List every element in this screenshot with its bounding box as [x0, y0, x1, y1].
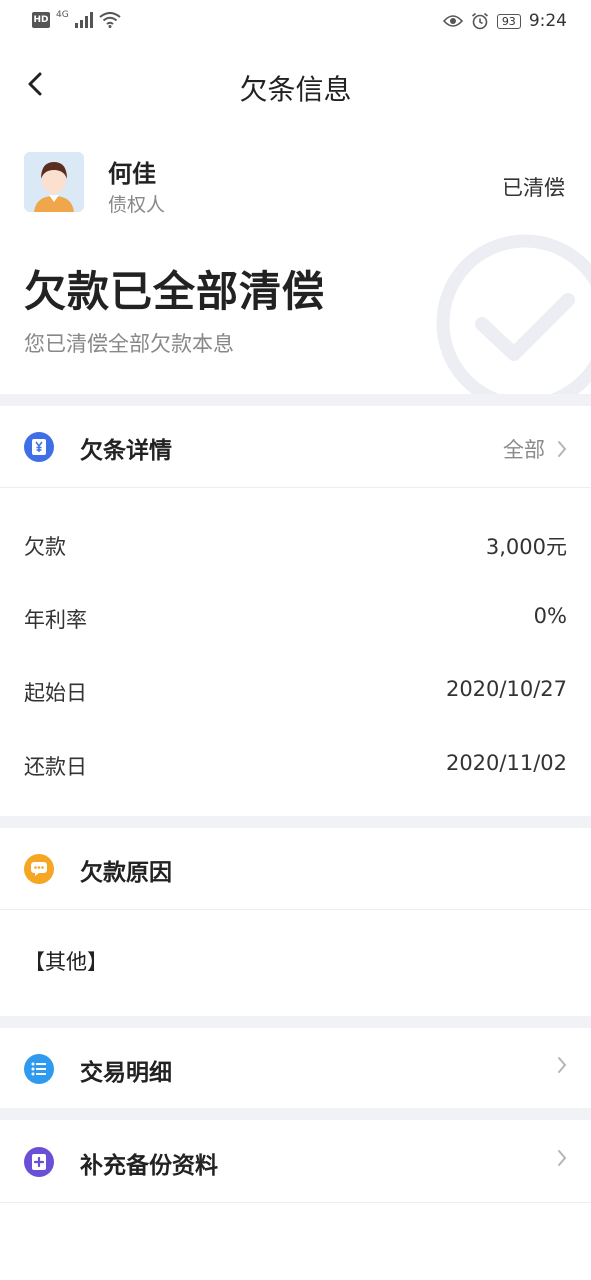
reason-header: 欠款原因: [0, 828, 591, 910]
check-watermark-icon: [436, 234, 591, 394]
view-all-link[interactable]: 全部: [503, 434, 545, 464]
detail-value: 2020/10/27: [445, 677, 567, 701]
chevron-right-icon: [558, 1057, 567, 1073]
settled-subtitle: 您已清偿全部欠款本息: [24, 332, 234, 356]
settled-title: 欠款已全部清偿: [24, 267, 326, 316]
divider-line: [0, 909, 591, 910]
backup-title: 补充备份资料: [80, 1153, 218, 1179]
section-divider: [0, 394, 591, 406]
network-type: 4G: [56, 10, 69, 20]
avatar: [24, 152, 84, 212]
chevron-right-icon: [558, 441, 567, 457]
status-bar: HD 4G 93 9:24: [0, 0, 591, 44]
hd-icon: HD: [32, 12, 50, 28]
section-divider: [0, 1108, 591, 1120]
page-title: 欠条信息: [239, 73, 352, 106]
yuan-icon: [24, 432, 54, 462]
transactions-row[interactable]: 交易明细: [0, 1028, 591, 1110]
transactions-title: 交易明细: [80, 1060, 172, 1086]
message-icon: [24, 854, 54, 884]
eye-icon: [442, 15, 463, 27]
details-title: 欠条详情: [80, 438, 172, 464]
section-divider: [0, 816, 591, 828]
detail-row-rate: 年利率 0%: [0, 598, 591, 638]
detail-value: 0%: [533, 604, 567, 628]
creditor-role: 债权人: [108, 194, 166, 216]
status-header: 何佳 债权人 已清偿 欠款已全部清偿 您已清偿全部欠款本息: [0, 124, 591, 394]
section-divider: [0, 1016, 591, 1028]
status-badge: 已清偿: [502, 176, 565, 200]
detail-value: 3,000元: [485, 535, 567, 559]
detail-label: 欠款: [24, 535, 66, 559]
detail-row-amount: 欠款 3,000元: [0, 525, 591, 565]
detail-label: 还款日: [24, 755, 87, 779]
backup-row[interactable]: 补充备份资料: [0, 1121, 591, 1203]
creditor-name: 何佳: [108, 160, 156, 188]
detail-label: 年利率: [24, 608, 87, 632]
detail-row-start-date: 起始日 2020/10/27: [0, 671, 591, 711]
signal-icon: [74, 12, 93, 28]
divider-line: [0, 1202, 591, 1203]
detail-value: 2020/11/02: [445, 751, 567, 775]
divider-line: [0, 487, 591, 488]
battery-level: 93: [496, 13, 521, 29]
nav-bar: 欠条信息: [0, 48, 591, 124]
reason-title: 欠款原因: [80, 860, 172, 886]
details-header[interactable]: 欠条详情 全部: [0, 406, 591, 488]
wifi-icon: [99, 12, 121, 28]
chevron-right-icon: [558, 1150, 567, 1166]
add-document-icon: [24, 1147, 54, 1177]
list-icon: [24, 1054, 54, 1084]
detail-row-due-date: 还款日 2020/11/02: [0, 745, 591, 785]
detail-label: 起始日: [24, 681, 87, 705]
alarm-icon: [471, 12, 488, 30]
reason-text: 【其他】: [24, 950, 108, 974]
clock: 9:24: [528, 11, 567, 31]
